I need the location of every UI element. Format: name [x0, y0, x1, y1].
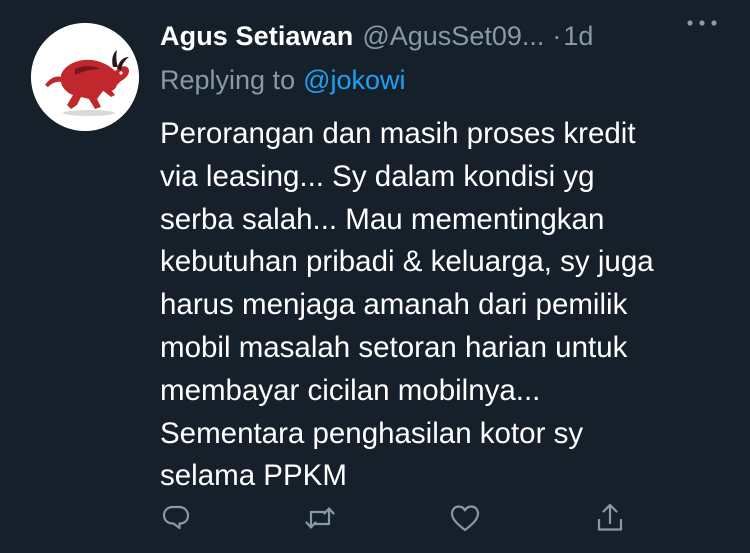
tweet-body-line: mobil masalah setoran harian untuk [160, 330, 628, 364]
replying-to: Replying to @jokowi [160, 60, 406, 100]
share-icon [597, 503, 623, 531]
retweet-button[interactable] [302, 500, 338, 536]
like-button[interactable] [447, 500, 483, 536]
tweet-header: Agus Setiawan @AgusSet09... · 1d [160, 14, 740, 58]
more-horizontal-icon [687, 20, 717, 26]
tweet-body-line: harus menjaga amanah dari pemilik [160, 288, 628, 322]
share-button[interactable] [592, 500, 628, 536]
tweet-body-line: membayar cicilan mobilnya... [160, 373, 541, 407]
separator-dot: · [552, 20, 562, 51]
more-options-button[interactable] [682, 13, 722, 33]
avatar[interactable] [31, 23, 139, 131]
tweet-body-line: selama PPKM [160, 459, 347, 493]
reply-icon [162, 505, 190, 530]
tweet-body-line: kebutuhan pribadi & keluarga, sy juga [160, 245, 654, 279]
tweet-body-line: Sementara penghasilan kotor sy [160, 416, 584, 450]
tweet-body-line: serba salah... Mau mementingkan [160, 202, 605, 236]
like-heart-icon [450, 505, 480, 532]
tweet-timestamp[interactable]: 1d [563, 21, 593, 52]
reply-mention-link[interactable]: @jokowi [303, 65, 405, 96]
tweet-body-line: Perorangan dan masih proses kredit [160, 117, 636, 150]
author-handle[interactable]: @AgusSet09... [362, 21, 544, 52]
retweet-icon [305, 507, 335, 529]
tweet-body-line: via leasing... Sy dalam kondisi yg [160, 159, 595, 193]
tweet-body: Perorangan dan masih proses kredit via l… [160, 113, 740, 498]
red-bull-icon [31, 23, 139, 131]
reply-button[interactable] [158, 500, 194, 536]
replying-to-label: Replying to [160, 64, 296, 95]
author-name[interactable]: Agus Setiawan [160, 21, 353, 52]
tweet-actions [0, 500, 750, 536]
